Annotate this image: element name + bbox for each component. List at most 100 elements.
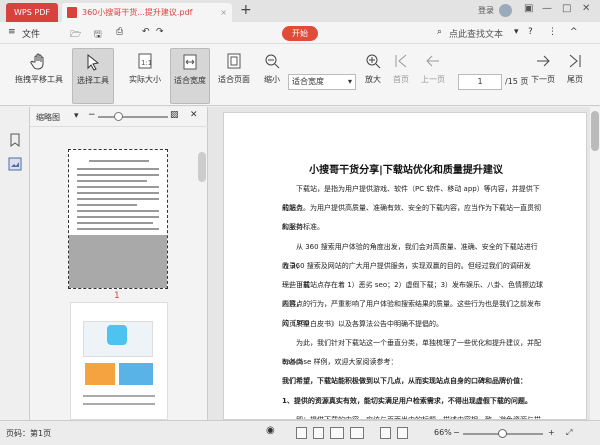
document-scrollbar[interactable] [590, 107, 600, 420]
toolbar: 拖拽平移工具 选择工具 1:1 实际大小 适合宽度 适合页面 缩小 适合宽度 ▾… [0, 44, 600, 106]
more-icon[interactable]: ⋮ [548, 27, 557, 37]
document-page: 小搜哥干货分享|下载站优化和质量提升建议 下载站，是指为用户提供游戏、软件（PC… [223, 112, 587, 420]
thumbnail-size-slider[interactable] [98, 116, 168, 118]
document-tab[interactable]: 360小搜哥干货...提升建议.pdf × [62, 3, 232, 22]
zoom-out-icon [265, 54, 280, 69]
hand-icon [30, 53, 44, 70]
total-pages: /15 页 [505, 77, 529, 86]
rotate-icon[interactable] [380, 427, 391, 439]
chevron-down-icon[interactable]: ▾ [74, 111, 79, 121]
two-page-continuous-icon[interactable] [350, 427, 364, 439]
fit-page-icon [227, 53, 241, 69]
thumbnail-scrollbar[interactable] [198, 152, 206, 182]
title-bar: WPS PDF 360小搜哥干货...提升建议.pdf × + 登录 ▣ — □… [0, 0, 600, 22]
login-link[interactable]: 登录 [478, 5, 494, 16]
app-tab[interactable]: WPS PDF [6, 3, 58, 22]
document-viewer: 小搜哥干货分享|下载站优化和质量提升建议 下载站，是指为用户提供游戏、软件（PC… [208, 107, 600, 420]
paragraph: 我们希望，下载站能积极做到以下几点，从而实现站点自身的口碑和品牌价值： [282, 377, 527, 385]
select-tool-button[interactable]: 选择工具 [72, 48, 114, 104]
actual-size-button[interactable]: 1:1 实际大小 [124, 48, 166, 104]
document-title: 小搜哥干货分享|下载站优化和质量提升建议 [309, 165, 503, 176]
print-icon[interactable]: ⎙ [116, 27, 123, 37]
redo-icon[interactable]: ↷ [156, 27, 164, 37]
continuous-view-icon[interactable] [313, 427, 324, 439]
scrollbar-thumb[interactable] [591, 111, 599, 151]
image-icon[interactable]: ▨ [170, 110, 179, 120]
next-page-label: 下一页 [531, 75, 555, 84]
pan-tool-button[interactable]: 拖拽平移工具 [12, 48, 66, 104]
two-page-view-icon[interactable] [330, 427, 344, 439]
fit-icon[interactable]: ⤢ [566, 428, 572, 438]
select-tool-label: 选择工具 [77, 76, 109, 85]
thumbnail-icon[interactable] [8, 157, 22, 171]
zoom-minus-icon[interactable]: − [453, 428, 460, 437]
close-window-icon[interactable]: ✕ [582, 3, 590, 14]
zoom-out-label: 缩小 [264, 75, 280, 84]
page-thumbnail-1[interactable] [68, 149, 168, 289]
arrow-left-icon [426, 55, 439, 67]
zoom-plus-icon[interactable]: + [548, 428, 555, 437]
pdf-file-icon [67, 7, 77, 18]
chevron-down-icon: ▾ [347, 77, 352, 86]
fullscreen-icon[interactable] [397, 427, 408, 439]
thumbnail-header: 缩略图 ▾ − ▨ ✕ [30, 107, 208, 127]
slider-knob[interactable] [114, 112, 123, 121]
eye-icon[interactable]: ◉ [266, 425, 275, 436]
zoom-minus-icon[interactable]: − [88, 110, 96, 120]
zoom-in-icon [366, 54, 381, 69]
zoom-out-button[interactable]: 缩小 [258, 48, 286, 104]
status-bar: 页码：第1页 ◉ 66% − + ⤢ [0, 420, 600, 445]
prev-page-button[interactable]: 上一页 [418, 48, 448, 104]
single-page-view-icon[interactable] [296, 427, 307, 439]
zoom-slider-knob[interactable] [498, 429, 507, 438]
open-icon[interactable]: 🗁 [70, 27, 81, 43]
fit-width-button[interactable]: 适合宽度 [170, 48, 210, 104]
fit-page-button[interactable]: 适合页面 [214, 48, 254, 104]
zoom-mode-value: 适合宽度 [292, 77, 324, 86]
visible-region-overlay [69, 235, 167, 288]
thumbnail-title: 缩略图 [36, 113, 60, 122]
close-icon[interactable]: ✕ [190, 110, 198, 120]
search-input[interactable]: 点此查找文本 [449, 27, 503, 40]
thumbnail-image [85, 363, 115, 385]
file-menu[interactable]: 文件 [22, 27, 40, 40]
fit-width-label: 适合宽度 [174, 76, 206, 85]
close-tab-icon[interactable]: × [220, 3, 227, 22]
cursor-icon [87, 53, 100, 71]
menu-icon[interactable]: ≡ [8, 27, 16, 37]
actual-size-label: 实际大小 [129, 75, 161, 84]
maximize-icon[interactable]: □ [562, 3, 571, 14]
collapse-icon[interactable]: ^ [570, 27, 578, 37]
last-page-icon [569, 54, 581, 68]
svg-text:1:1: 1:1 [141, 59, 152, 67]
search-dropdown-icon[interactable]: ▾ [514, 27, 519, 37]
zoom-mode-select[interactable]: 适合宽度 ▾ [288, 74, 356, 90]
thumbnail-panel: 缩略图 ▾ − ▨ ✕ 1 [30, 107, 208, 420]
app-logo-image [107, 325, 127, 345]
help-icon[interactable]: ? [528, 27, 533, 37]
new-tab-button[interactable]: + [240, 2, 252, 18]
paragraph: 即：提供下载的内容，应该与页面当中的标题、描述内容相一致，避免资源与描述页面 [296, 416, 541, 420]
undo-icon[interactable]: ↶ [142, 27, 150, 37]
arrow-right-icon [537, 55, 550, 67]
menu-bar: ≡ 文件 🗁 🖫 ⎙ ↶ ↷ 开始 ⌕ 点此查找文本 ▾ ? ⋮ ^ [0, 22, 600, 44]
zoom-in-button[interactable]: 放大 [360, 48, 386, 104]
bookmark-icon[interactable] [9, 133, 21, 147]
avatar[interactable] [499, 4, 512, 17]
minimize-icon[interactable]: — [542, 3, 552, 14]
first-page-icon [395, 54, 407, 68]
page-thumbnail-number: 1 [114, 291, 120, 301]
last-page-button[interactable]: 尾页 [562, 48, 588, 104]
thumbnail-image [119, 363, 153, 385]
first-page-button[interactable]: 首页 [388, 48, 414, 104]
next-page-button[interactable]: 下一页 [526, 48, 560, 104]
window-layout-icon[interactable]: ▣ [524, 3, 533, 14]
fit-width-icon [183, 54, 197, 70]
page-thumbnail-2[interactable] [70, 302, 168, 420]
page-number-input[interactable]: 1 [458, 74, 502, 90]
document-tab-label: 360小搜哥干货...提升建议.pdf [82, 8, 193, 17]
start-tab-button[interactable]: 开始 [282, 26, 318, 41]
save-icon[interactable]: 🖫 [94, 27, 102, 43]
first-page-label: 首页 [393, 75, 409, 84]
paragraph: 网页质量白皮书》以及各算法公告中明确不提倡的。 [282, 320, 443, 328]
